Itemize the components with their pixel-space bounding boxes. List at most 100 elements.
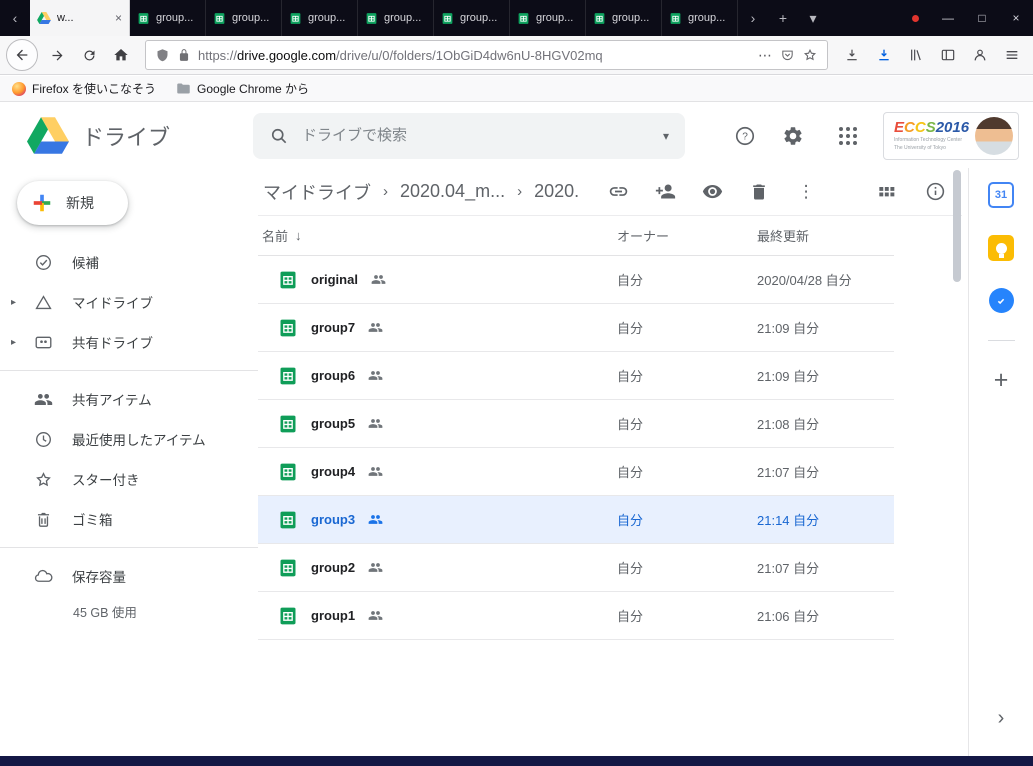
table-row[interactable]: group6 自分 21:09 自分 xyxy=(258,352,894,400)
reload-button[interactable] xyxy=(74,40,104,70)
tab[interactable]: group... xyxy=(358,0,434,36)
expand-arrow-icon[interactable]: ▸ xyxy=(11,337,16,348)
account-button[interactable] xyxy=(965,40,995,70)
sidebar-item-shared-drives[interactable]: ▸ 共有ドライブ xyxy=(0,322,258,362)
info-button[interactable] xyxy=(924,181,946,203)
table-row[interactable]: group1 自分 21:06 自分 xyxy=(258,592,894,640)
table-row-selected[interactable]: group3 自分 21:14 自分 xyxy=(258,496,894,544)
name-column-header[interactable]: 名前 ↓ xyxy=(262,226,617,245)
sidebar-item-priority[interactable]: 候補 xyxy=(0,242,258,282)
downloads-tray-button[interactable] xyxy=(837,40,867,70)
modified-column-header[interactable]: 最終更新 xyxy=(757,226,894,245)
new-tab-button[interactable]: + xyxy=(768,0,798,36)
sidebar-item-my-drive[interactable]: ▸ マイドライブ xyxy=(0,282,258,322)
search-icon[interactable] xyxy=(269,126,289,146)
forward-button[interactable] xyxy=(42,40,72,70)
table-row[interactable]: group2 自分 21:07 自分 xyxy=(258,544,894,592)
tab[interactable]: group... xyxy=(510,0,586,36)
back-button[interactable] xyxy=(6,39,38,71)
search-input[interactable] xyxy=(302,127,650,144)
scroll-tabs-right-button[interactable]: › xyxy=(738,0,768,36)
firefox-icon xyxy=(12,82,26,96)
collapse-panel-chevron[interactable]: › xyxy=(998,707,1005,730)
sidebar-item-trash[interactable]: ゴミ箱 xyxy=(0,499,258,539)
shared-people-icon xyxy=(368,464,383,479)
more-actions-button[interactable]: ⋮ xyxy=(795,181,817,203)
expand-arrow-icon[interactable]: ▸ xyxy=(11,297,16,308)
drive-logo-group[interactable]: ドライブ xyxy=(27,117,253,154)
sidebar-item-storage[interactable]: 保存容量 xyxy=(0,556,258,596)
maximize-button[interactable]: □ xyxy=(965,0,999,36)
settings-button[interactable] xyxy=(773,116,813,156)
minimize-button[interactable]: — xyxy=(931,0,965,36)
file-name-cell: group3 xyxy=(278,510,617,530)
table-row[interactable]: group5 自分 21:08 自分 xyxy=(258,400,894,448)
tab-title: group... xyxy=(536,12,578,24)
drive-header: ドライブ ▾ ? ECCS2016 Information Technology… xyxy=(0,103,1033,168)
colorful-plus-icon xyxy=(31,192,53,214)
library-button[interactable] xyxy=(901,40,931,70)
tab[interactable]: group... xyxy=(586,0,662,36)
help-icon: ? xyxy=(734,125,756,147)
table-row[interactable]: original 自分 2020/04/28 自分 xyxy=(258,256,894,304)
new-button[interactable]: 新規 xyxy=(17,181,128,225)
file-owner: 自分 xyxy=(617,606,757,625)
breadcrumb-item[interactable]: マイドライブ xyxy=(263,179,371,205)
list-all-tabs-button[interactable]: ▾ xyxy=(798,0,828,36)
grid-view-button[interactable] xyxy=(875,181,897,203)
close-window-button[interactable]: × xyxy=(999,0,1033,36)
tab[interactable]: group... xyxy=(282,0,358,36)
breadcrumb-item[interactable]: 2020.04_m... xyxy=(400,181,505,202)
keep-icon[interactable] xyxy=(988,235,1014,261)
tracking-shield-icon[interactable] xyxy=(155,48,170,63)
account-badge[interactable]: ECCS2016 Information Technology Center T… xyxy=(883,112,1019,160)
tasks-icon[interactable] xyxy=(989,288,1014,313)
add-addon-button[interactable]: + xyxy=(994,368,1009,393)
pocket-icon[interactable] xyxy=(780,48,795,63)
table-row[interactable]: group4 自分 21:07 自分 xyxy=(258,448,894,496)
sort-down-icon[interactable]: ↓ xyxy=(295,228,302,243)
help-button[interactable]: ? xyxy=(725,116,765,156)
maximize-icon: □ xyxy=(978,11,985,25)
scrollbar-thumb[interactable] xyxy=(953,170,961,282)
google-apps-grid-button[interactable] xyxy=(839,127,857,145)
sidebar-toggle-button[interactable] xyxy=(933,40,963,70)
sidebar-item-label: 共有ドライブ xyxy=(72,332,153,352)
sidebar-item-shared-with-me[interactable]: 共有アイテム xyxy=(0,379,258,419)
menu-button[interactable] xyxy=(997,40,1027,70)
tab[interactable]: group... xyxy=(130,0,206,36)
lock-icon[interactable] xyxy=(177,48,191,62)
avatar[interactable] xyxy=(975,117,1013,155)
bookmark-item[interactable]: Firefox を使いこなそう xyxy=(12,80,156,97)
sidebar-item-starred[interactable]: スター付き xyxy=(0,459,258,499)
tab[interactable]: group... xyxy=(434,0,510,36)
page-actions-icon[interactable]: ⋯ xyxy=(758,47,773,64)
active-download-button[interactable] xyxy=(869,40,899,70)
search-options-caret-icon[interactable]: ▾ xyxy=(663,129,669,143)
owner-column-header[interactable]: オーナー xyxy=(617,226,757,245)
close-tab-icon[interactable]: × xyxy=(115,11,122,25)
preview-button[interactable] xyxy=(701,181,723,203)
shared-people-icon xyxy=(368,608,383,623)
storage-used-text: 45 GB 使用 xyxy=(0,602,258,621)
home-button[interactable] xyxy=(106,40,136,70)
tab-bar: ‹ w... × group... group... group... grou… xyxy=(0,0,1033,36)
tab-active-drive[interactable]: w... × xyxy=(30,0,130,36)
bookmark-star-icon[interactable] xyxy=(802,47,818,63)
scroll-tabs-left-button[interactable]: ‹ xyxy=(0,0,30,36)
url-bar[interactable]: https://drive.google.com/drive/u/0/folde… xyxy=(145,40,828,70)
vertical-scrollbar[interactable] xyxy=(952,168,962,756)
breadcrumb-item[interactable]: 2020. xyxy=(534,181,579,202)
tab[interactable]: group... xyxy=(662,0,738,36)
search-bar[interactable]: ▾ xyxy=(253,113,685,159)
spreadsheet-icon xyxy=(278,318,298,338)
calendar-icon[interactable]: 31 xyxy=(988,182,1014,208)
delete-button[interactable] xyxy=(748,181,770,203)
get-link-button[interactable] xyxy=(607,181,629,203)
tab[interactable]: group... xyxy=(206,0,282,36)
table-row[interactable]: group7 自分 21:09 自分 xyxy=(258,304,894,352)
share-button[interactable] xyxy=(654,181,676,203)
column-label: 名前 xyxy=(262,226,288,245)
sidebar-item-recent[interactable]: 最近使用したアイテム xyxy=(0,419,258,459)
bookmark-folder[interactable]: Google Chrome から xyxy=(176,80,309,97)
